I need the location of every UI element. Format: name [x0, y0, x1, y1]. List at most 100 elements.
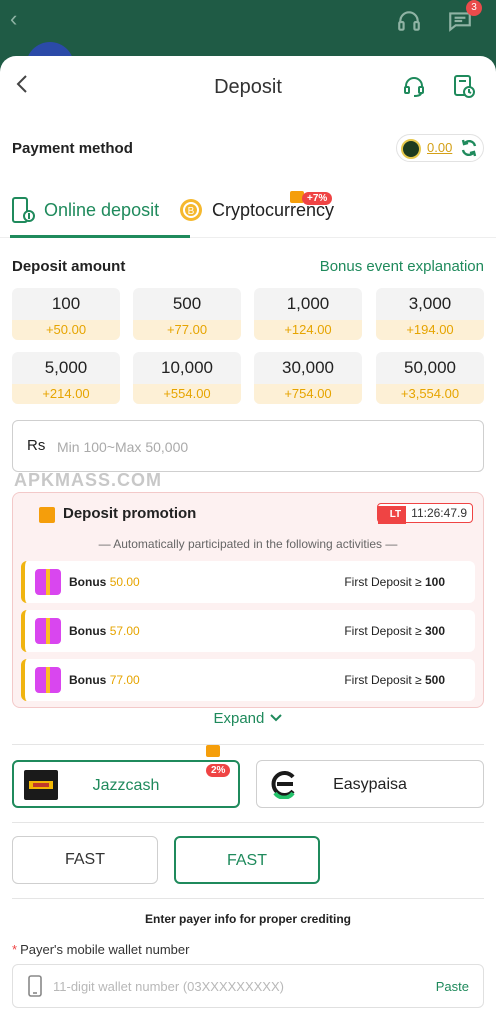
support-icon[interactable] — [402, 74, 426, 98]
svg-text:B: B — [188, 206, 195, 217]
refresh-icon[interactable] — [459, 138, 479, 158]
bonus-label: Bonus — [69, 575, 107, 589]
bonus-value: 57.00 — [109, 624, 140, 638]
tab-online-deposit-label: Online deposit — [44, 200, 160, 220]
channel-jazzcash[interactable]: Jazzcash 2% — [12, 745, 240, 808]
amount-value: 500 — [172, 294, 202, 313]
balance-value: 0.00 — [427, 140, 453, 155]
gift-icon — [39, 507, 55, 523]
amount-option[interactable]: 100 +50.00 — [12, 288, 120, 340]
amount-value: 1,000 — [286, 294, 330, 313]
deposit-amount-row: Deposit amount Bonus event explanation — [12, 256, 484, 278]
bonus-value: 50.00 — [109, 575, 140, 589]
condition-text: First Deposit ≥ — [344, 624, 422, 638]
channel-easypaisa-label: Easypaisa — [333, 776, 407, 793]
amount-bonus: +77.00 — [133, 320, 241, 340]
deposit-tabs: Online deposit B Cryptocurrency +7% — [0, 180, 496, 238]
amount-option[interactable]: 5,000 +214.00 — [12, 352, 120, 404]
promotion-subtitle: — Automatically participated in the foll… — [98, 537, 398, 551]
amount-bonus: +50.00 — [12, 320, 120, 340]
jazzcash-promo-badge: 2% — [206, 764, 231, 777]
wallet-number-label-text: Payer's mobile wallet number — [20, 942, 190, 957]
amount-value: 3,000 — [408, 294, 452, 313]
balance-pill[interactable]: 0.00 — [396, 134, 484, 162]
condition-text: First Deposit ≥ — [344, 673, 422, 687]
wallet-number-input[interactable] — [53, 973, 413, 999]
phone-icon — [28, 975, 42, 997]
amount-option[interactable]: 10,000 +554.00 — [133, 352, 241, 404]
bonus-value: 77.00 — [109, 673, 140, 687]
paste-button[interactable]: Paste — [436, 979, 469, 994]
amount-bonus: +3,554.00 — [376, 384, 484, 404]
amount-value: 100 — [51, 294, 81, 313]
tab-cryptocurrency[interactable]: B Cryptocurrency +7% — [178, 191, 358, 238]
history-icon[interactable] — [452, 74, 476, 100]
timer-tag: LT — [377, 506, 407, 524]
condition-min: 500 — [424, 673, 445, 687]
tab-online-deposit[interactable]: Online deposit — [10, 194, 190, 238]
speed-options: FAST FAST — [12, 836, 484, 884]
promotion-condition: First Deposit ≥ 100 — [344, 575, 445, 589]
crypto-promo-tag: +7% — [290, 188, 333, 206]
coin-icon: B — [180, 199, 202, 221]
amount-value: 5,000 — [44, 358, 88, 377]
payment-method-label: Payment method — [12, 140, 133, 157]
amount-bonus: +554.00 — [133, 384, 241, 404]
deposit-sheet: Deposit Payment method 0.00 Online depos… — [0, 56, 496, 1024]
phone-icon — [12, 197, 35, 223]
promotion-condition: First Deposit ≥ 300 — [344, 624, 445, 638]
nav-bar: Deposit — [0, 56, 496, 118]
bonus-explanation-link[interactable]: Bonus event explanation — [320, 258, 484, 275]
promotion-bonus: Bonus 77.00 — [69, 673, 140, 687]
deposit-promotion-panel: Deposit promotion LT 11:26:47.9 — Automat… — [12, 492, 484, 708]
speed-option-fast-2[interactable]: FAST — [174, 836, 320, 884]
crypto-promo-badge: +7% — [302, 192, 333, 205]
amount-value: 30,000 — [282, 358, 334, 377]
channel-jazzcash-label: Jazzcash — [92, 777, 160, 794]
currency-label: Rs — [27, 437, 46, 454]
speed-option-fast-1[interactable]: FAST — [12, 836, 158, 884]
wallet-icon — [401, 139, 421, 159]
timer-value: 11:26:47.9 — [411, 506, 467, 520]
amount-input-box: Rs — [12, 420, 484, 472]
condition-text: First Deposit ≥ — [344, 575, 422, 589]
amount-option[interactable]: 500 +77.00 — [133, 288, 241, 340]
chevron-down-icon — [269, 714, 282, 722]
divider — [12, 898, 484, 899]
promotion-item: Bonus 50.00 First Deposit ≥ 100 — [21, 561, 475, 603]
promotion-bonus: Bonus 50.00 — [69, 575, 140, 589]
deposit-amount-label: Deposit amount — [12, 258, 126, 275]
gift-icon — [206, 745, 220, 757]
promotion-title: Deposit promotion — [63, 505, 197, 522]
promotion-item: Bonus 77.00 First Deposit ≥ 500 — [21, 659, 475, 701]
divider — [12, 822, 484, 823]
channel-easypaisa[interactable]: Easypaisa — [256, 760, 484, 808]
expand-button[interactable]: Expand — [0, 710, 496, 727]
promotion-condition: First Deposit ≥ 500 — [344, 673, 445, 687]
gift-box-icon — [35, 618, 61, 644]
payer-info-title: Enter payer info for proper crediting — [144, 912, 352, 926]
amount-option[interactable]: 30,000 +754.00 — [254, 352, 362, 404]
required-mark: * — [12, 942, 18, 957]
chat-badge: 3 — [466, 0, 482, 16]
promotion-timer: LT 11:26:47.9 — [376, 503, 473, 524]
watermark: APKMASS.COM — [14, 470, 163, 490]
condition-min: 100 — [424, 575, 445, 589]
amount-option[interactable]: 1,000 +124.00 — [254, 288, 362, 340]
gift-box-icon — [35, 569, 61, 595]
divider — [12, 744, 484, 745]
amount-option[interactable]: 50,000 +3,554.00 — [376, 352, 484, 404]
condition-min: 300 — [424, 624, 445, 638]
bonus-label: Bonus — [69, 624, 107, 638]
amount-bonus: +194.00 — [376, 320, 484, 340]
promotion-subtitle-text: Automatically participated in the follow… — [113, 537, 383, 551]
amount-option[interactable]: 3,000 +194.00 — [376, 288, 484, 340]
wallet-number-label: * Payer's mobile wallet number — [12, 942, 189, 957]
amount-bonus: +214.00 — [12, 384, 120, 404]
amount-input[interactable] — [57, 433, 457, 461]
amount-bonus: +124.00 — [254, 320, 362, 340]
payment-method-row: Payment method 0.00 — [12, 134, 484, 164]
background-back-icon: ‹ — [10, 6, 18, 31]
payment-channels: Jazzcash 2% Easypaisa — [12, 745, 484, 808]
bonus-label: Bonus — [69, 673, 107, 687]
